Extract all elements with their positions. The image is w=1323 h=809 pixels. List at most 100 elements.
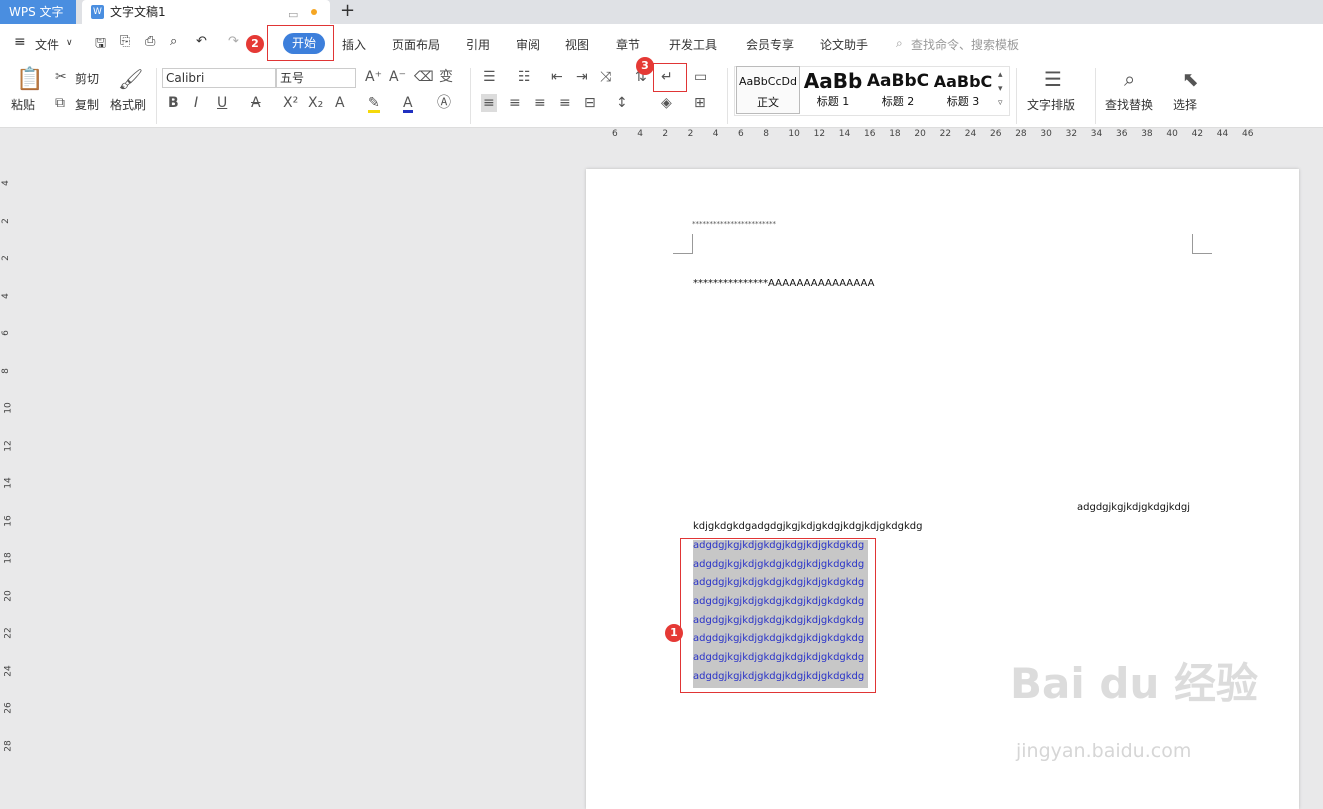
text-layout-icon[interactable]: ☰ xyxy=(1044,68,1062,90)
bullet-list-icon[interactable]: ☰ xyxy=(483,70,496,84)
ruler-tick-label: 12 xyxy=(3,439,14,452)
font-size-select[interactable]: 五号 xyxy=(276,68,356,88)
cursor-select-icon[interactable]: ⬉ xyxy=(1182,68,1199,90)
document-tab[interactable]: W 文字文稿1 ▭ xyxy=(82,0,330,24)
shrink-font-icon[interactable]: A⁻ xyxy=(389,70,406,84)
increase-indent-icon[interactable]: ⇥ xyxy=(576,70,588,84)
line-spacing-icon[interactable]: ↕ xyxy=(616,96,628,110)
italic-icon[interactable]: I xyxy=(194,96,198,110)
find-replace-icon[interactable]: ⌕ xyxy=(1124,68,1135,90)
copy-icon[interactable]: ⧉ xyxy=(55,96,65,110)
clear-format-icon[interactable]: ⌫ xyxy=(414,70,434,84)
ruler-tick-label: 6 xyxy=(0,330,11,336)
subscript-icon[interactable]: X₂ xyxy=(308,96,323,110)
document-line[interactable]: adgdgjkgjkdjgkdgjkdgj xyxy=(1077,502,1190,513)
font-name-select[interactable]: Calibri xyxy=(162,68,276,88)
ruler-tick-label: 38 xyxy=(1141,129,1153,139)
text-layout-button[interactable]: 文字排版 xyxy=(1027,96,1075,113)
distributed-icon[interactable]: ⊟ xyxy=(584,96,596,110)
style-heading-2[interactable]: AaBbC 标题 2 xyxy=(866,66,930,114)
gallery-scroll-icon[interactable]: ▴ ▾ ▿ xyxy=(998,68,1003,110)
ruler-tick-label: 30 xyxy=(1040,129,1052,139)
document-line[interactable]: ***************AAAAAAAAAAAAAAA xyxy=(693,278,875,289)
save-icon[interactable]: 🖫 xyxy=(95,34,106,56)
unsaved-dot-icon xyxy=(311,9,317,15)
vertical-ruler[interactable]: 4 2 2 4 6 8 10 12 14 16 18 20 22 24 26 28 xyxy=(0,142,14,798)
brush-icon[interactable]: 🖌 xyxy=(118,68,143,90)
decrease-indent-icon[interactable]: ⇤ xyxy=(551,70,563,84)
horizontal-ruler[interactable]: 6 4 2 2 4 6 8 10 12 14 16 18 20 22 24 26 28 30 32 34 36 38 40 4… xyxy=(600,128,1300,142)
tab-member[interactable]: 会员专享 xyxy=(746,36,794,53)
borders-icon[interactable]: ⊞ xyxy=(694,96,706,110)
justify-icon[interactable]: ≡ xyxy=(559,96,571,110)
ruler-tick-label: 12 xyxy=(813,129,826,139)
find-replace-button[interactable]: 查找替换 xyxy=(1105,96,1153,113)
ruler-tick-label: 10 xyxy=(3,402,14,414)
scissors-icon[interactable]: ✂ xyxy=(55,70,67,84)
tab-paper-assistant[interactable]: 论文助手 xyxy=(820,36,868,53)
divider xyxy=(727,68,728,124)
align-left-icon[interactable]: ≡ xyxy=(481,94,497,112)
grow-font-icon[interactable]: A⁺ xyxy=(365,70,382,84)
ruler-tick-label: 2 xyxy=(0,217,11,224)
char-border-icon[interactable]: Ⓐ xyxy=(437,96,451,110)
header-text[interactable]: ************************ xyxy=(692,220,776,228)
new-tab-button[interactable]: + xyxy=(340,0,356,24)
hamburger-icon[interactable]: ≡ xyxy=(14,34,26,50)
paste-button[interactable]: 粘贴 xyxy=(11,96,35,113)
tab-chapter[interactable]: 章节 xyxy=(616,36,640,53)
wps-app-tab[interactable]: WPS 文字 xyxy=(0,0,76,24)
file-menu[interactable]: 文件 xyxy=(35,36,59,53)
style-heading-1[interactable]: AaBb 标题 1 xyxy=(802,66,864,114)
annotation-box-paragraph-mark xyxy=(653,63,687,92)
align-center-icon[interactable]: ≡ xyxy=(509,96,521,110)
export-icon[interactable]: ⎘ xyxy=(120,34,130,49)
ruler-tick-label: 28 xyxy=(1015,129,1027,139)
document-line[interactable]: kdjgkdgkdgadgdgjkgjkdjgkdgjkdgjkdjgkdgkd… xyxy=(693,521,922,532)
underline-icon[interactable]: U xyxy=(217,96,227,110)
document-page[interactable] xyxy=(586,169,1299,809)
copy-button[interactable]: 复制 xyxy=(75,96,99,113)
chinese-layout-icon[interactable]: ⤨ xyxy=(600,70,611,84)
font-color-icon[interactable]: A xyxy=(403,96,413,113)
tab-references[interactable]: 引用 xyxy=(466,36,490,53)
print-preview-icon[interactable]: ⌕ xyxy=(170,34,177,49)
style-normal[interactable]: AaBbCcDd 正文 xyxy=(736,66,800,114)
ruler-tick-label: 34 xyxy=(1090,129,1103,139)
tab-view[interactable]: 视图 xyxy=(565,36,589,53)
ruler-tick-label: 22 xyxy=(3,627,14,639)
highlight-icon[interactable]: ✎ xyxy=(368,96,380,113)
phonetic-icon[interactable]: 变 xyxy=(439,70,453,84)
search-icon[interactable]: ⌕ xyxy=(896,36,903,51)
command-search-input[interactable]: 查找命令、搜索模板 xyxy=(911,36,1019,53)
ruler-tick-label: 8 xyxy=(763,129,769,139)
ruler-icon[interactable]: ▭ xyxy=(694,70,707,84)
format-painter-button[interactable]: 格式刷 xyxy=(110,96,146,113)
undo-icon[interactable]: ↶ xyxy=(196,34,207,49)
print-icon[interactable]: ⎙ xyxy=(145,34,155,49)
ruler-tick-label: 22 xyxy=(939,129,952,139)
margin-corner-mark xyxy=(1192,234,1212,254)
ruler-tick-label: 46 xyxy=(1242,129,1254,139)
superscript-icon[interactable]: X² xyxy=(283,96,298,110)
strikethrough-icon[interactable]: A xyxy=(251,96,261,110)
style-label: 标题 3 xyxy=(946,95,980,108)
redo-icon[interactable]: ↷ xyxy=(228,34,239,49)
tab-page-layout[interactable]: 页面布局 xyxy=(392,36,440,53)
chevron-down-icon[interactable]: ∨ xyxy=(66,38,73,48)
tab-developer[interactable]: 开发工具 xyxy=(669,36,717,53)
shading-icon[interactable]: ◈ xyxy=(661,96,672,110)
select-button[interactable]: 选择 xyxy=(1173,96,1197,113)
annotation-box-selection xyxy=(680,538,876,693)
style-heading-3[interactable]: AaBbC 标题 3 xyxy=(932,66,994,114)
bold-icon[interactable]: B xyxy=(168,96,179,110)
numbered-list-icon[interactable]: ☷ xyxy=(518,70,531,84)
cut-button[interactable]: 剪切 xyxy=(75,70,99,87)
ruler-tick-label: 16 xyxy=(3,514,14,527)
align-right-icon[interactable]: ≡ xyxy=(534,96,546,110)
tab-review[interactable]: 审阅 xyxy=(516,36,540,53)
margin-corner-mark xyxy=(673,234,693,254)
paste-icon[interactable]: 📋 xyxy=(16,68,43,92)
text-effect-icon[interactable]: A xyxy=(335,96,345,110)
tab-insert[interactable]: 插入 xyxy=(342,36,366,53)
